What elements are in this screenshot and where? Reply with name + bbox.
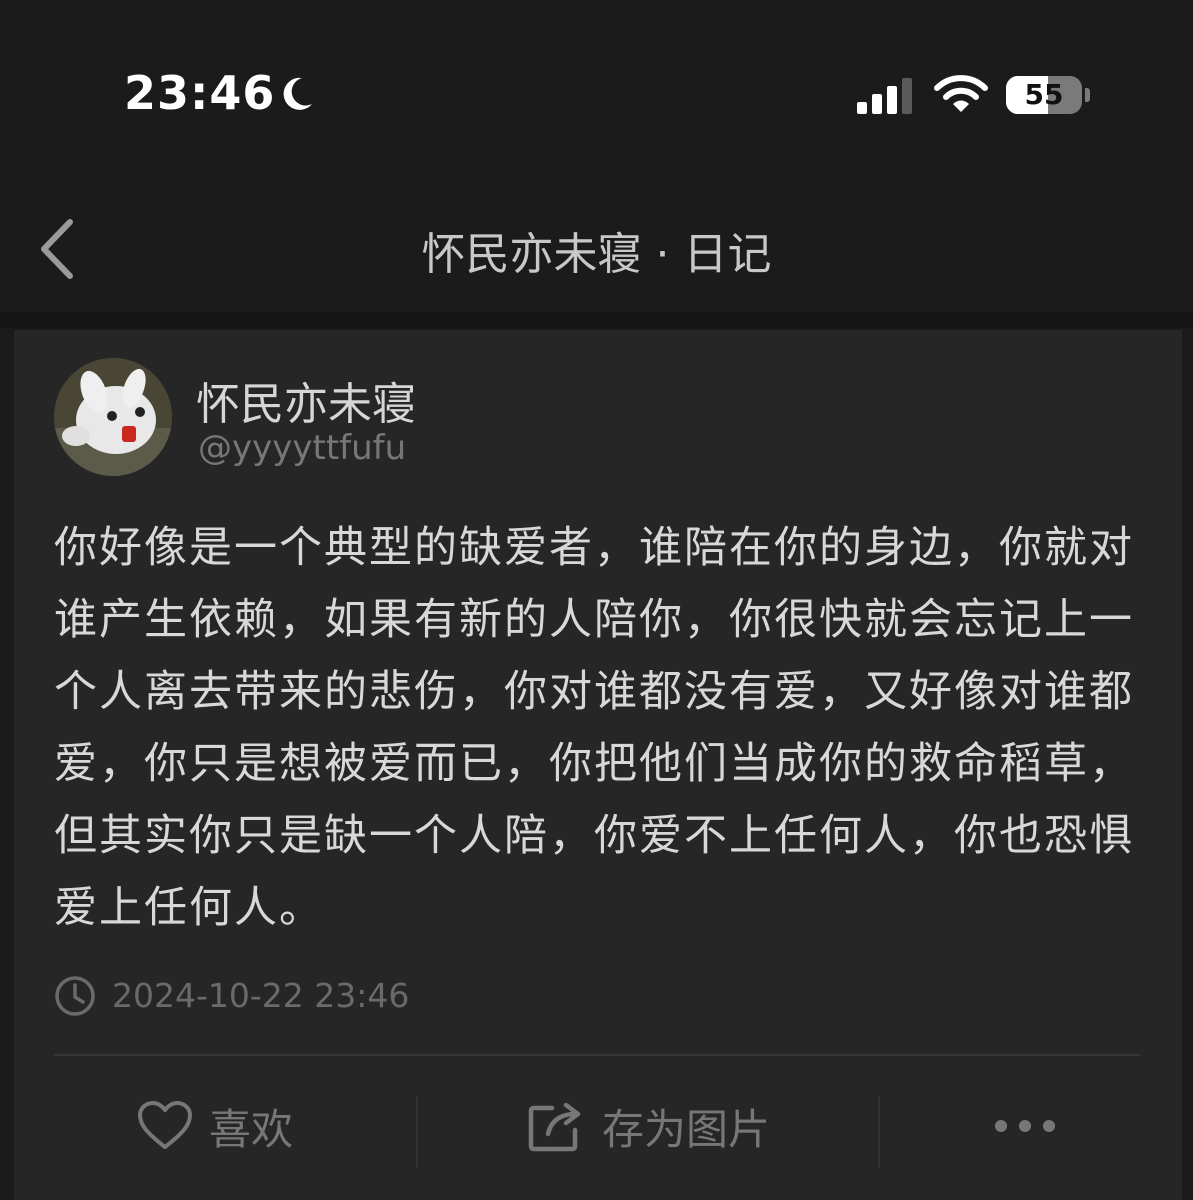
- battery-level: 55: [1024, 78, 1064, 111]
- status-bar: 23:46 55: [0, 0, 1193, 190]
- screen: 23:46 55 怀民亦未寝 · 日记 怀民亦未寝 @yyyyttfufu 你好…: [0, 0, 1193, 1200]
- like-button[interactable]: 喜欢: [14, 1056, 416, 1196]
- share-export-icon: [528, 1102, 581, 1152]
- author-handle: @yyyyttfufu: [198, 428, 407, 468]
- post-timestamp: 2024-10-22 23:46: [112, 976, 410, 1015]
- post-body: 你好像是一个典型的缺爱者，谁陪在你的身边，你就对谁产生依赖，如果有新的人陪你，你…: [54, 523, 1134, 933]
- post-card: 怀民亦未寝 @yyyyttfufu 你好像是一个典型的缺爱者，谁陪在你的身边，你…: [14, 330, 1182, 1200]
- author-name[interactable]: 怀民亦未寝: [196, 368, 416, 432]
- nav-divider: [0, 312, 1193, 328]
- battery-tip: [1085, 88, 1090, 102]
- save-as-image-button[interactable]: 存为图片: [418, 1056, 880, 1196]
- nav-bar: 怀民亦未寝 · 日记: [0, 190, 1193, 308]
- heart-icon: [137, 1101, 192, 1149]
- clock-icon: [55, 976, 95, 1016]
- like-label: 喜欢: [208, 1104, 293, 1154]
- avatar[interactable]: [54, 358, 172, 476]
- battery-icon: 55: [1006, 76, 1082, 114]
- save-as-image-label: 存为图片: [601, 1104, 770, 1154]
- moon-icon: [283, 77, 312, 110]
- more-dots-icon: [995, 1120, 1055, 1132]
- wifi-icon: [934, 75, 988, 112]
- status-time: 23:46: [124, 66, 276, 120]
- cellular-signal-icon: [857, 78, 912, 114]
- more-button[interactable]: [880, 1056, 1170, 1196]
- action-bar: 喜欢 存为图片: [14, 1056, 1182, 1196]
- page-title: 怀民亦未寝 · 日记: [421, 229, 772, 280]
